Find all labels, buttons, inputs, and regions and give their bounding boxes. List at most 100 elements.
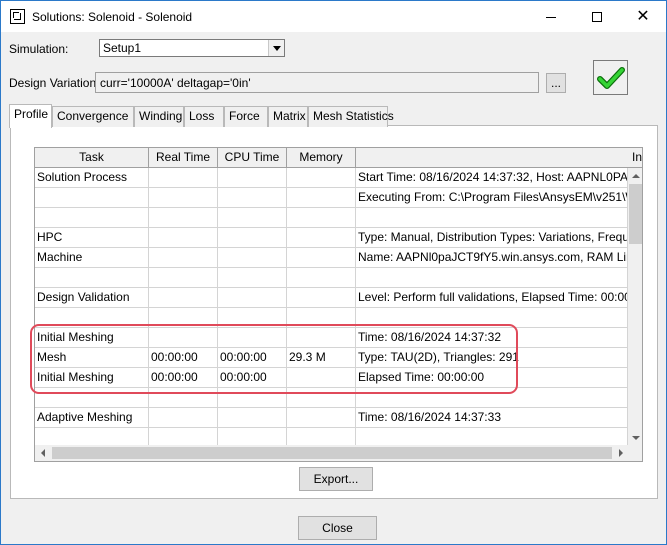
cell-info: Level: Perform full validations, Elapsed…	[356, 288, 628, 308]
cell-memory	[287, 248, 356, 268]
cell-info	[356, 388, 628, 408]
cell-memory	[287, 288, 356, 308]
cell-memory	[287, 408, 356, 428]
green-checkmark-icon	[596, 66, 625, 89]
table-row[interactable]	[35, 208, 628, 228]
vertical-scroll-thumb[interactable]	[629, 184, 642, 244]
scroll-up-icon[interactable]	[628, 168, 642, 184]
title-bar[interactable]: Solutions: Solenoid - Solenoid ✕	[1, 1, 666, 32]
scroll-right-icon[interactable]	[613, 445, 628, 461]
cell-task	[35, 268, 149, 288]
cell-cpu-time	[218, 388, 287, 408]
table-row[interactable]: Executing From: C:\Program Files\AnsysEM…	[35, 188, 628, 208]
tab-winding[interactable]: Winding	[134, 106, 184, 127]
maximize-button[interactable]	[574, 1, 620, 32]
cell-info	[356, 308, 628, 328]
table-row[interactable]: Solution Process Start Time: 08/16/2024 1…	[35, 168, 628, 188]
cell-task	[35, 428, 149, 445]
cell-task	[35, 188, 149, 208]
grid-header: Task Real Time CPU Time Memory In	[35, 148, 642, 168]
cell-cpu-time	[218, 428, 287, 445]
column-header-task[interactable]: Task	[35, 148, 149, 168]
tab-loss[interactable]: Loss	[184, 106, 224, 127]
table-row[interactable]	[35, 308, 628, 328]
cell-real-time	[149, 248, 218, 268]
solutions-dialog: Solutions: Solenoid - Solenoid ✕ Simulat…	[0, 0, 667, 545]
cell-cpu-time	[218, 228, 287, 248]
table-row[interactable]: Mesh 00:00:00 00:00:00 29.3 M Type: TAU(2D),…	[35, 348, 628, 368]
cell-task: HPC	[35, 228, 149, 248]
cell-real-time	[149, 208, 218, 228]
cell-cpu-time	[218, 168, 287, 188]
tab-convergence[interactable]: Convergence	[52, 106, 134, 127]
table-row[interactable]	[35, 388, 628, 408]
cell-info: Type: Manual, Distribution Types: Variat…	[356, 228, 628, 248]
profile-grid: Task Real Time CPU Time Memory In Soluti…	[34, 147, 643, 462]
column-header-real-time[interactable]: Real Time	[149, 148, 218, 168]
cell-real-time	[149, 168, 218, 188]
tab-profile[interactable]: Profile	[9, 104, 52, 128]
cell-info: Executing From: C:\Program Files\AnsysEM…	[356, 188, 628, 208]
cell-task: Initial Meshing	[35, 328, 149, 348]
cell-cpu-time: 00:00:00	[218, 348, 287, 368]
cell-cpu-time	[218, 188, 287, 208]
table-row[interactable]	[35, 268, 628, 288]
cell-info: Type: TAU(2D), Triangles: 291	[356, 348, 628, 368]
column-header-memory[interactable]: Memory	[287, 148, 356, 168]
cell-task	[35, 208, 149, 228]
cell-real-time	[149, 188, 218, 208]
cell-real-time: 00:00:00	[149, 348, 218, 368]
close-icon: ✕	[636, 7, 650, 25]
table-row[interactable]: Adaptive Meshing Time: 08/16/2024 14:37:3…	[35, 408, 628, 428]
horizontal-scrollbar[interactable]	[35, 445, 628, 461]
cell-cpu-time	[218, 268, 287, 288]
scroll-down-icon[interactable]	[628, 430, 642, 446]
table-row[interactable]: Initial Meshing Time: 08/16/2024 14:37:32	[35, 328, 628, 348]
cell-cpu-time	[218, 308, 287, 328]
table-row[interactable]: Design Validation Level: Perform full val…	[35, 288, 628, 308]
minimize-button[interactable]	[528, 1, 574, 32]
close-button[interactable]: Close	[298, 516, 377, 540]
tab-matrix[interactable]: Matrix	[268, 106, 308, 127]
cell-memory	[287, 308, 356, 328]
simulation-value: Setup1	[103, 41, 142, 55]
tab-force[interactable]: Force	[224, 106, 268, 127]
tab-mesh-statistics[interactable]: Mesh Statistics	[308, 106, 394, 127]
horizontal-scroll-thumb[interactable]	[52, 447, 612, 459]
cell-cpu-time	[218, 408, 287, 428]
design-variation-browse-button[interactable]: ...	[546, 73, 566, 93]
simulation-label: Simulation:	[9, 42, 69, 56]
cell-cpu-time	[218, 208, 287, 228]
cell-memory	[287, 328, 356, 348]
cell-task: Solution Process	[35, 168, 149, 188]
cell-task	[35, 388, 149, 408]
column-header-cpu-time[interactable]: CPU Time	[218, 148, 287, 168]
cell-cpu-time: 00:00:00	[218, 368, 287, 388]
cell-real-time	[149, 228, 218, 248]
cell-real-time	[149, 268, 218, 288]
column-header-info[interactable]: In	[356, 148, 642, 168]
scroll-corner	[628, 445, 642, 461]
simulation-select[interactable]: Setup1	[99, 39, 285, 57]
vertical-scrollbar[interactable]	[628, 168, 642, 446]
app-window-icon	[10, 9, 25, 24]
table-row[interactable]	[35, 428, 628, 445]
chevron-down-icon[interactable]	[268, 40, 284, 56]
table-row[interactable]: Machine Name: AAPNl0paJCT9fY5.win.ansys.c…	[35, 248, 628, 268]
table-row[interactable]: HPC Type: Manual, Distribution Types: Var…	[35, 228, 628, 248]
cell-info: Elapsed Time: 00:00:00	[356, 368, 628, 388]
minimize-icon	[546, 17, 556, 18]
cell-task: Adaptive Meshing	[35, 408, 149, 428]
cell-cpu-time	[218, 248, 287, 268]
close-window-button[interactable]: ✕	[620, 1, 666, 32]
cell-memory	[287, 208, 356, 228]
table-row[interactable]: Initial Meshing 00:00:00 00:00:00 Elapsed T…	[35, 368, 628, 388]
scroll-left-icon[interactable]	[35, 445, 50, 461]
cell-task: Design Validation	[35, 288, 149, 308]
cell-memory	[287, 188, 356, 208]
export-button[interactable]: Export...	[299, 467, 373, 491]
cell-info: Time: 08/16/2024 14:37:32	[356, 328, 628, 348]
design-variation-field: curr='10000A' deltagap='0in'	[95, 72, 539, 93]
cell-info: Time: 08/16/2024 14:37:33	[356, 408, 628, 428]
design-variation-value: curr='10000A' deltagap='0in'	[100, 76, 251, 90]
